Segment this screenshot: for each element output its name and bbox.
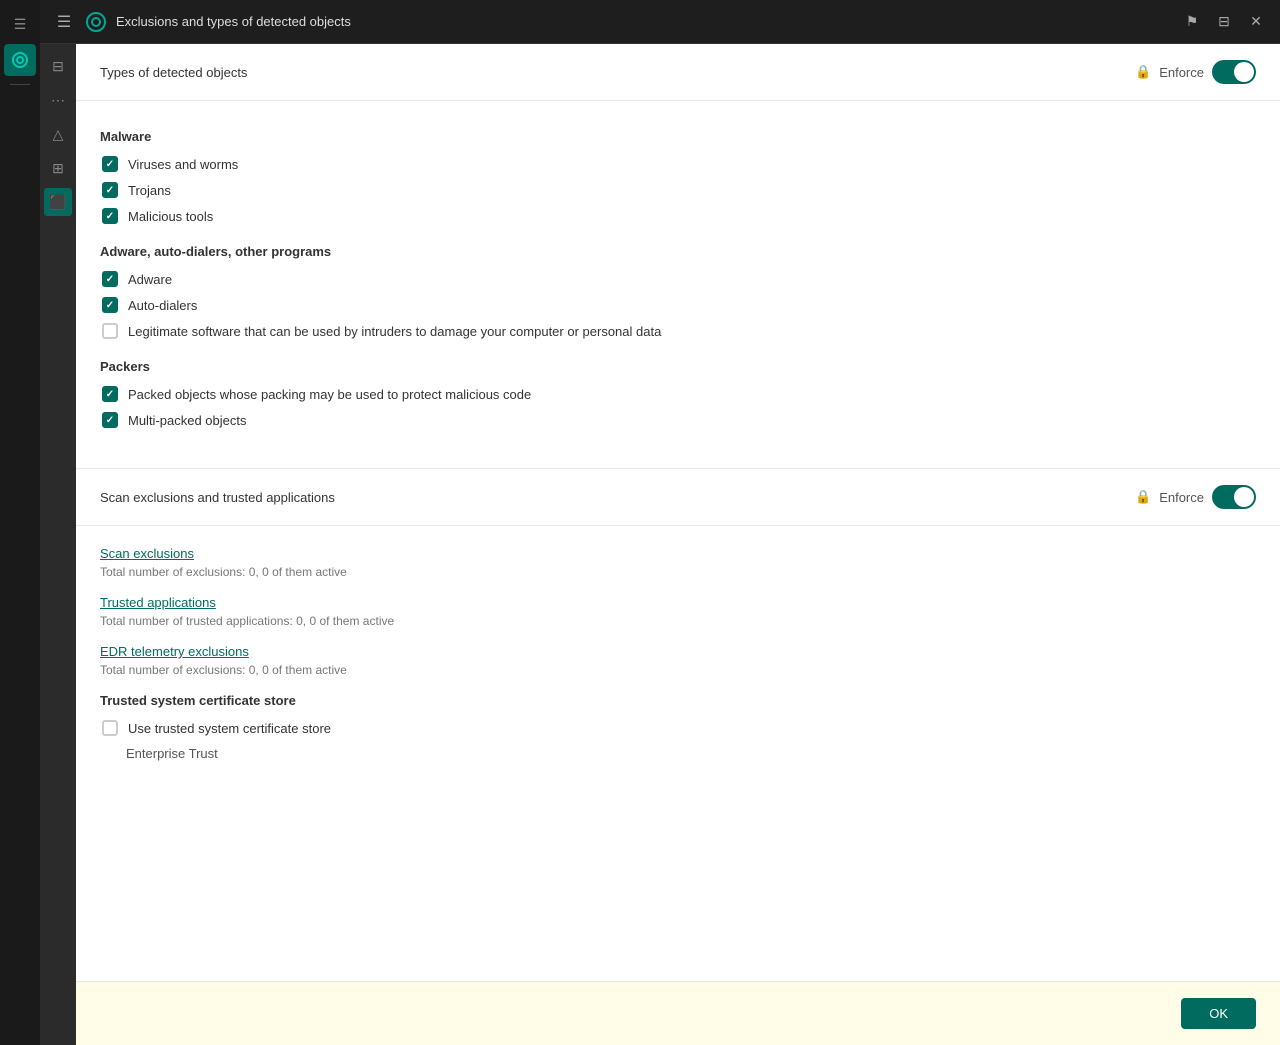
scan-exclusions-sub: Total number of exclusions: 0, 0 of them… — [100, 565, 1256, 579]
checkbox-malicious-tools[interactable] — [102, 208, 118, 224]
left-panel-list-icon[interactable]: ⊟ — [44, 52, 72, 80]
main-wrapper: ☰ Exclusions and types of detected objec… — [40, 0, 1280, 1045]
types-section-header: Types of detected objects 🔒 Enforce — [76, 44, 1280, 101]
label-multi-packed: Multi-packed objects — [128, 413, 247, 428]
types-enforce-label: Enforce — [1159, 65, 1204, 80]
app-logo-inner — [91, 17, 101, 27]
malware-group: Malware Viruses and worms Trojans Malici… — [100, 129, 1256, 224]
left-panel-active-icon[interactable]: ⬛ — [44, 188, 72, 216]
scan-exclusions-section-header: Scan exclusions and trusted applications… — [76, 469, 1280, 526]
left-panel-grid-icon[interactable]: ⊞ — [44, 154, 72, 182]
checkbox-trojans[interactable] — [102, 182, 118, 198]
adware-group-title: Adware, auto-dialers, other programs — [100, 244, 1256, 259]
checkbox-row-adware: Adware — [100, 271, 1256, 287]
app-sidebar: ☰ — [0, 0, 40, 1045]
scan-exclusions-link[interactable]: Scan exclusions — [100, 546, 1256, 561]
checkbox-row-malicious-tools: Malicious tools — [100, 208, 1256, 224]
scan-enforce-toggle[interactable] — [1212, 485, 1256, 509]
scan-exclusions-body: Scan exclusions Total number of exclusio… — [76, 526, 1280, 801]
window-title: Exclusions and types of detected objects — [116, 14, 1170, 29]
scroll-content: Types of detected objects 🔒 Enforce Malw… — [76, 44, 1280, 981]
title-bar-actions: ⚑ ⊟ ✕ — [1180, 10, 1268, 34]
trusted-applications-sub: Total number of trusted applications: 0,… — [100, 614, 1256, 628]
types-content-body: Malware Viruses and worms Trojans Malici… — [76, 101, 1280, 468]
sidebar-menu-icon[interactable]: ☰ — [4, 8, 36, 40]
label-legitimate-software: Legitimate software that can be used by … — [128, 324, 661, 339]
ok-button[interactable]: OK — [1181, 998, 1256, 1029]
label-viruses: Viruses and worms — [128, 157, 238, 172]
scan-enforce-label: Enforce — [1159, 490, 1204, 505]
label-trojans: Trojans — [128, 183, 171, 198]
hamburger-menu-icon[interactable]: ☰ — [52, 12, 76, 32]
sidebar-active-icon[interactable] — [4, 44, 36, 76]
settings-panel: Types of detected objects 🔒 Enforce Malw… — [76, 44, 1280, 1045]
app-logo-icon — [86, 12, 106, 32]
left-panel-dots-icon[interactable]: ⋯ — [44, 86, 72, 114]
types-enforce-toggle[interactable] — [1212, 60, 1256, 84]
title-bar: ☰ Exclusions and types of detected objec… — [40, 0, 1280, 44]
adware-group: Adware, auto-dialers, other programs Adw… — [100, 244, 1256, 339]
trusted-applications-link[interactable]: Trusted applications — [100, 595, 1256, 610]
checkbox-adware[interactable] — [102, 271, 118, 287]
label-packed-objects: Packed objects whose packing may be used… — [128, 387, 531, 402]
content-area: ⊟ ⋯ △ ⊞ ⬛ Types of detected objects 🔒 En… — [40, 44, 1280, 1045]
checkbox-legitimate-software[interactable] — [102, 323, 118, 339]
left-panel-triangle-icon[interactable]: △ — [44, 120, 72, 148]
flag-button[interactable]: ⚑ — [1180, 10, 1204, 34]
checkbox-multi-packed[interactable] — [102, 412, 118, 428]
types-lock-icon: 🔒 — [1135, 64, 1151, 80]
scan-enforce-container: 🔒 Enforce — [1135, 485, 1256, 509]
checkbox-viruses[interactable] — [102, 156, 118, 172]
scan-lock-icon: 🔒 — [1135, 489, 1151, 505]
enterprise-trust-label: Enterprise Trust — [100, 746, 1256, 761]
bottom-bar: OK — [76, 981, 1280, 1045]
trusted-cert-title: Trusted system certificate store — [100, 693, 1256, 708]
packers-group-title: Packers — [100, 359, 1256, 374]
packers-group: Packers Packed objects whose packing may… — [100, 359, 1256, 428]
checkbox-packed-objects[interactable] — [102, 386, 118, 402]
checkbox-row-legitimate-software: Legitimate software that can be used by … — [100, 323, 1256, 339]
checkbox-row-trusted-cert: Use trusted system certificate store — [100, 720, 1256, 736]
scan-exclusions-section-title: Scan exclusions and trusted applications — [100, 490, 335, 505]
label-malicious-tools: Malicious tools — [128, 209, 213, 224]
checkbox-row-trojans: Trojans — [100, 182, 1256, 198]
checkbox-row-viruses: Viruses and worms — [100, 156, 1256, 172]
types-enforce-container: 🔒 Enforce — [1135, 60, 1256, 84]
checkbox-auto-dialers[interactable] — [102, 297, 118, 313]
edr-telemetry-link[interactable]: EDR telemetry exclusions — [100, 644, 1256, 659]
checkbox-row-packed-objects: Packed objects whose packing may be used… — [100, 386, 1256, 402]
checkbox-row-auto-dialers: Auto-dialers — [100, 297, 1256, 313]
label-trusted-cert: Use trusted system certificate store — [128, 721, 331, 736]
book-button[interactable]: ⊟ — [1212, 10, 1236, 34]
sidebar-divider-1 — [10, 84, 30, 85]
label-adware: Adware — [128, 272, 172, 287]
close-button[interactable]: ✕ — [1244, 10, 1268, 34]
malware-group-title: Malware — [100, 129, 1256, 144]
checkbox-trusted-cert[interactable] — [102, 720, 118, 736]
types-section-title: Types of detected objects — [100, 65, 247, 80]
trusted-cert-group: Trusted system certificate store Use tru… — [100, 693, 1256, 761]
checkbox-row-multi-packed: Multi-packed objects — [100, 412, 1256, 428]
left-panel: ⊟ ⋯ △ ⊞ ⬛ — [40, 44, 76, 1045]
label-auto-dialers: Auto-dialers — [128, 298, 197, 313]
edr-sub: Total number of exclusions: 0, 0 of them… — [100, 663, 1256, 677]
